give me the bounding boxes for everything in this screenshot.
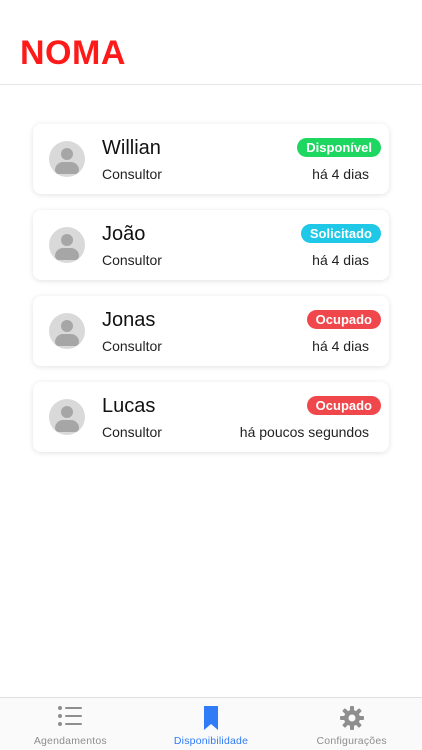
avatar xyxy=(49,141,85,177)
tab-label: Agendamentos xyxy=(33,735,107,747)
avatar xyxy=(49,227,85,263)
tab-label: Configurações xyxy=(316,735,387,747)
list-item[interactable]: João Consultor Solicitado há 4 dias xyxy=(33,210,389,280)
consultant-role: Consultor xyxy=(102,166,162,182)
tab-bar: Agendamentos Disponibilidade Configuraçõ… xyxy=(0,697,422,750)
gear-icon xyxy=(339,705,365,736)
consultant-role: Consultor xyxy=(102,338,162,354)
bookmark-icon xyxy=(202,705,220,736)
header: NOMA xyxy=(0,0,422,85)
avatar xyxy=(49,313,85,349)
status-badge: Solicitado xyxy=(300,224,381,243)
list-icon xyxy=(57,705,83,732)
list-item[interactable]: Lucas Consultor Ocupado há poucos segund… xyxy=(33,382,389,452)
status-badge: Ocupado xyxy=(306,310,381,329)
last-update: há 4 dias xyxy=(312,166,369,182)
last-update: há poucos segundos xyxy=(239,424,369,440)
avatar xyxy=(49,399,85,435)
tab-configuracoes[interactable]: Configurações xyxy=(281,698,422,750)
tab-disponibilidade[interactable]: Disponibilidade xyxy=(141,698,282,750)
consultant-role: Consultor xyxy=(102,424,162,440)
list-item[interactable]: Jonas Consultor Ocupado há 4 dias xyxy=(33,296,389,366)
last-update: há 4 dias xyxy=(312,338,369,354)
consultant-name: Jonas xyxy=(102,309,156,331)
consultant-name: João xyxy=(102,223,146,245)
tab-agendamentos[interactable]: Agendamentos xyxy=(0,698,141,750)
consultant-list: Willian Consultor Disponível há 4 dias J… xyxy=(33,124,389,468)
consultant-name: Willian xyxy=(102,137,161,159)
list-item[interactable]: Willian Consultor Disponível há 4 dias xyxy=(33,124,389,194)
tab-label: Disponibilidade xyxy=(173,735,249,747)
status-badge: Disponível xyxy=(297,138,381,157)
app-screen: NOMA Willian Consultor Disponível há 4 d… xyxy=(0,0,422,750)
consultant-name: Lucas xyxy=(102,395,156,417)
last-update: há 4 dias xyxy=(312,252,369,268)
app-logo: NOMA xyxy=(20,34,126,72)
status-badge: Ocupado xyxy=(306,396,381,415)
consultant-role: Consultor xyxy=(102,252,162,268)
